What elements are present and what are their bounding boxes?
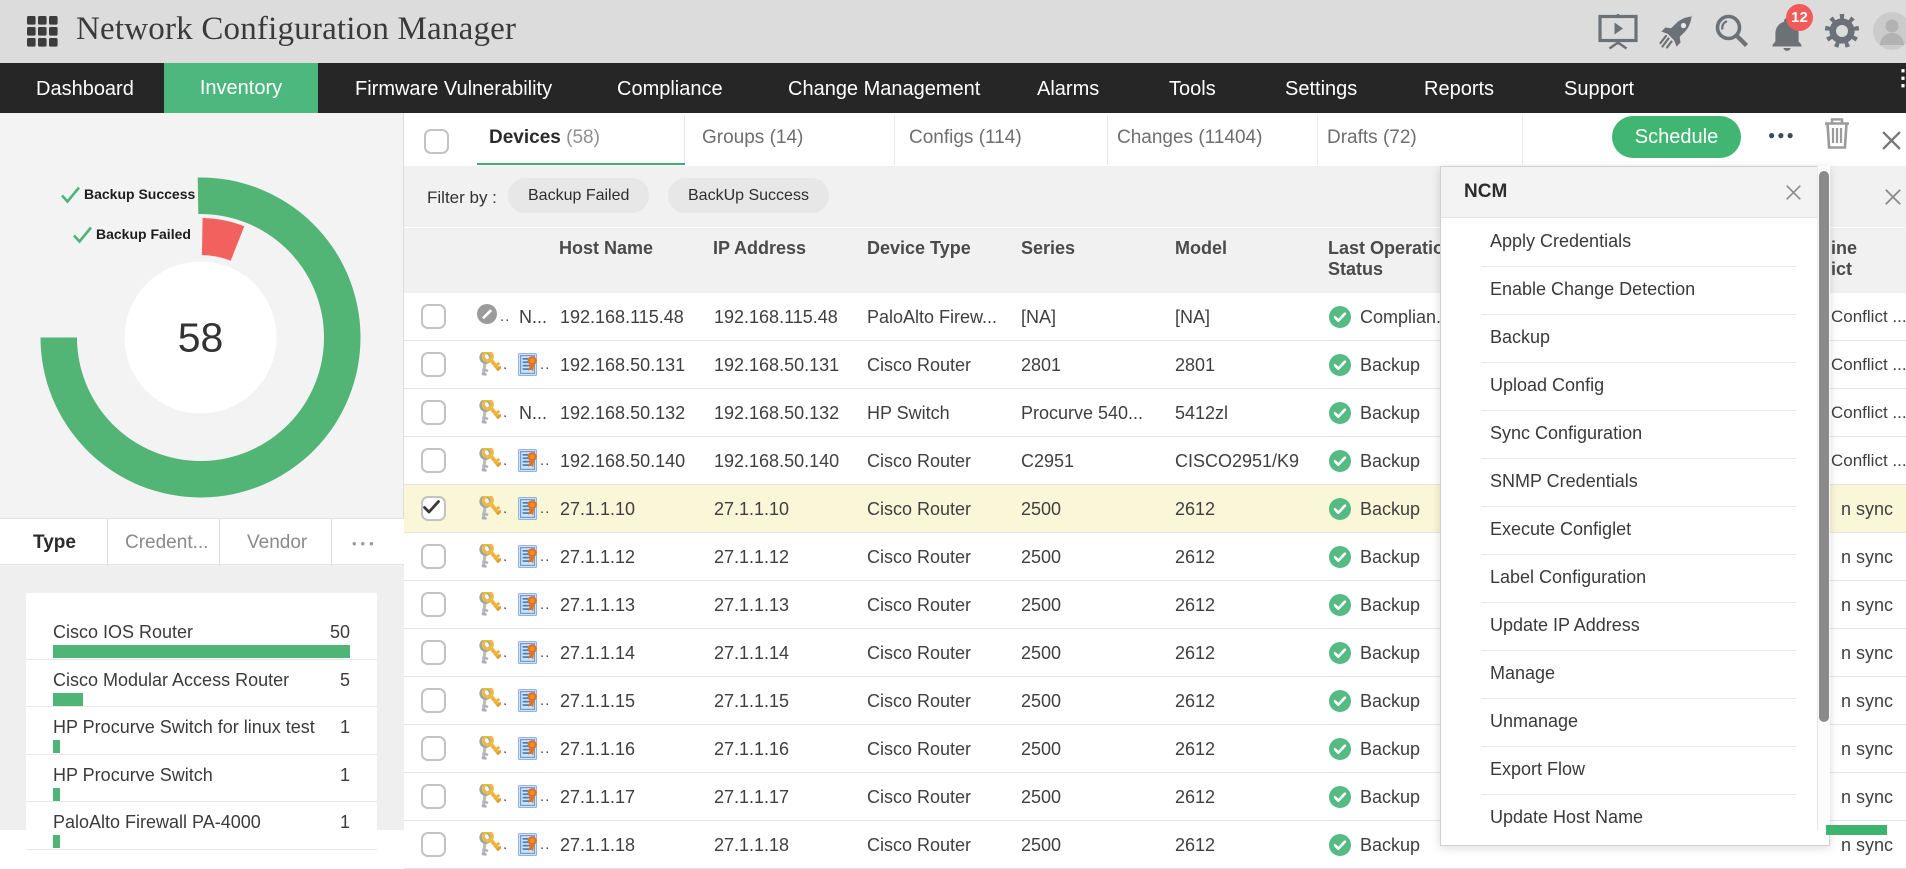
svg-text:58: 58 [178,315,224,361]
